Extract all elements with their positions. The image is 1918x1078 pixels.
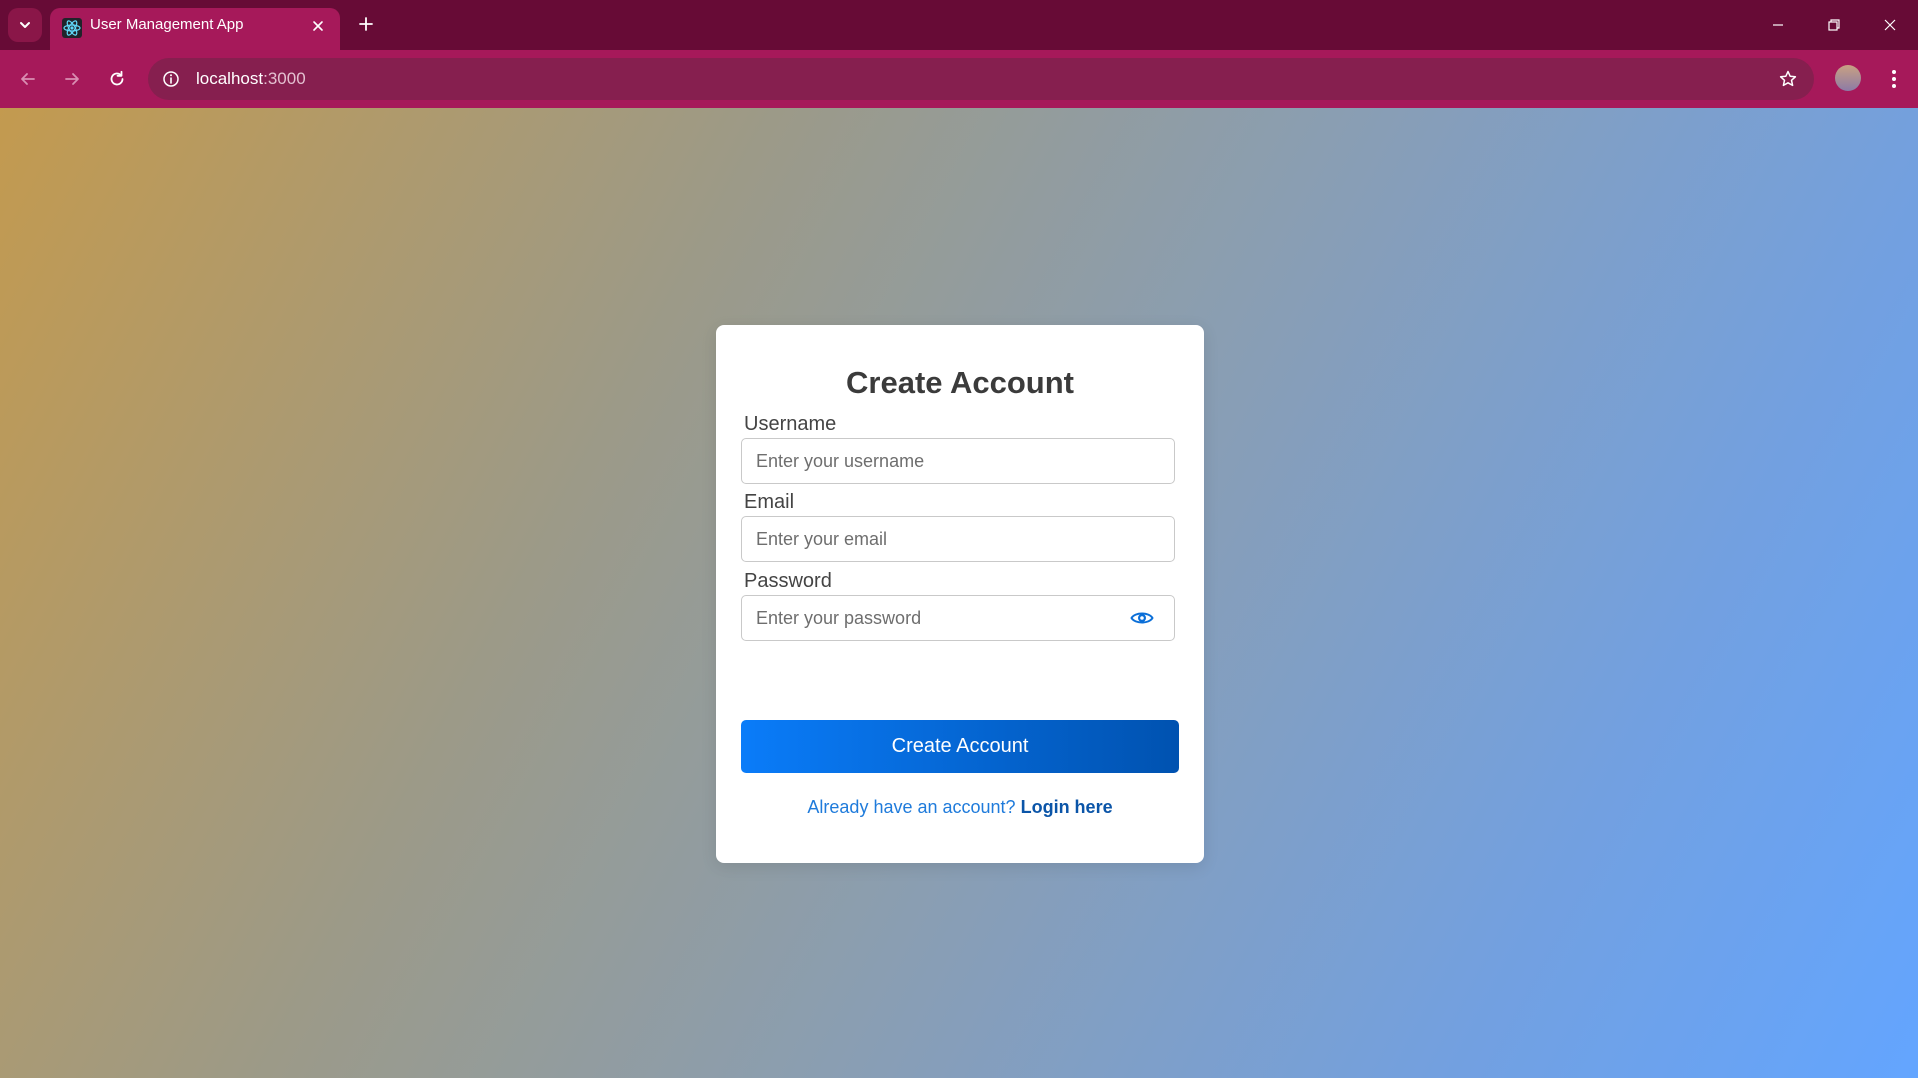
login-prompt-text: Already have an account? bbox=[807, 797, 1016, 817]
back-button[interactable] bbox=[12, 63, 44, 95]
browser-tab[interactable]: User Management App bbox=[50, 8, 340, 50]
bookmark-star-icon[interactable] bbox=[1776, 67, 1800, 91]
restore-button[interactable] bbox=[1806, 0, 1862, 50]
minimize-button[interactable] bbox=[1750, 0, 1806, 50]
new-tab-button[interactable] bbox=[352, 10, 380, 38]
eye-icon[interactable] bbox=[1126, 602, 1158, 634]
login-prompt: Already have an account? Login here bbox=[716, 797, 1204, 818]
browser-toolbar: localhost:3000 bbox=[0, 50, 1918, 108]
site-info-icon[interactable] bbox=[160, 68, 182, 90]
more-vertical-icon bbox=[1892, 70, 1896, 88]
window-controls bbox=[1750, 0, 1918, 50]
create-account-button[interactable]: Create Account bbox=[741, 720, 1179, 773]
chevron-down-icon bbox=[20, 22, 30, 28]
login-link[interactable]: Login here bbox=[1021, 797, 1113, 817]
restore-icon bbox=[1828, 19, 1840, 31]
username-input[interactable] bbox=[741, 438, 1175, 484]
url-host: localhost bbox=[196, 69, 264, 88]
close-tab-icon[interactable] bbox=[306, 14, 330, 38]
email-label: Email bbox=[744, 491, 795, 513]
arrow-left-icon bbox=[21, 73, 35, 85]
reload-button[interactable] bbox=[101, 63, 133, 95]
browser-menu-button[interactable] bbox=[1880, 63, 1908, 95]
password-label: Password bbox=[744, 570, 832, 592]
url-text: localhost:3000 bbox=[196, 58, 306, 100]
react-atom-icon bbox=[60, 16, 84, 40]
profile-avatar[interactable] bbox=[1835, 65, 1861, 91]
signup-card: Create Account Username Email Password C… bbox=[716, 325, 1204, 863]
reload-icon bbox=[110, 70, 124, 86]
page-viewport: Create Account Username Email Password C… bbox=[0, 108, 1918, 1078]
page-title: Create Account bbox=[846, 365, 1074, 400]
browser-window: User Management App localhost:3000 Creat… bbox=[0, 0, 1918, 1078]
password-input[interactable] bbox=[741, 595, 1175, 641]
url-port: :3000 bbox=[263, 69, 306, 88]
close-window-button[interactable] bbox=[1862, 0, 1918, 50]
username-label: Username bbox=[744, 413, 837, 435]
email-input[interactable] bbox=[741, 516, 1175, 562]
tab-title: User Management App bbox=[90, 16, 244, 33]
minimize-icon bbox=[1773, 24, 1783, 26]
forward-button[interactable] bbox=[56, 63, 88, 95]
tab-strip: User Management App bbox=[0, 0, 1918, 50]
close-icon bbox=[1884, 19, 1896, 31]
arrow-right-icon bbox=[65, 73, 79, 85]
address-bar[interactable]: localhost:3000 bbox=[148, 58, 1814, 100]
tab-search-button[interactable] bbox=[8, 8, 42, 42]
plus-icon bbox=[359, 17, 373, 31]
